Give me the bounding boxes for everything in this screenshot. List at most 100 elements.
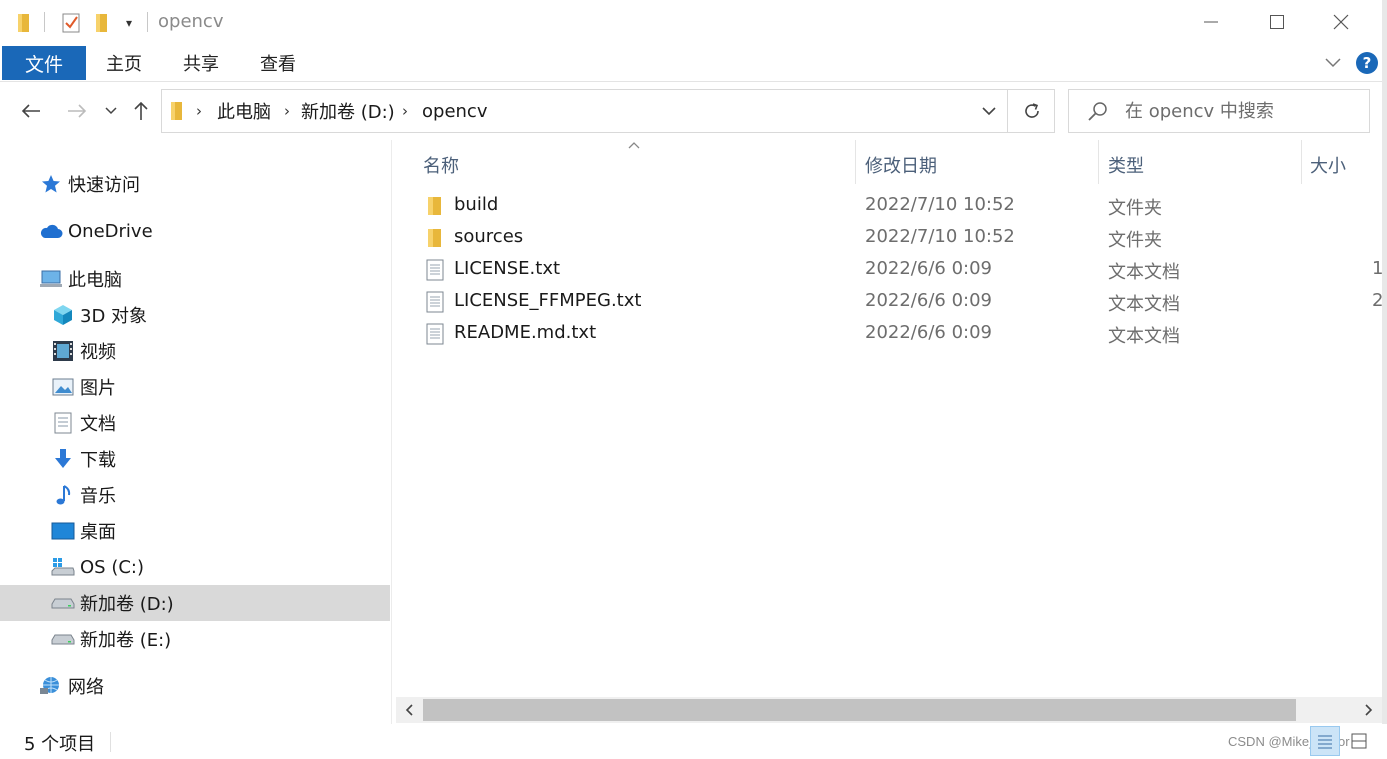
folder-icon: [14, 12, 34, 34]
file-date: 2022/6/6 0:09: [865, 290, 992, 311]
sidebar-item-label: 快速访问: [68, 175, 140, 196]
help-button[interactable]: ?: [1356, 52, 1378, 74]
column-header-date[interactable]: 修改日期: [865, 148, 937, 182]
chevron-down-icon: [105, 107, 117, 115]
sidebar-item-documents[interactable]: 文档: [0, 405, 390, 441]
minimize-button[interactable]: [1180, 0, 1242, 44]
file-date: 2022/7/10 10:52: [865, 226, 1015, 247]
windows-drive-icon: [50, 555, 76, 579]
file-row[interactable]: LICENSE_FFMPEG.txt 2022/6/6 0:09 文本文档 2: [396, 286, 1386, 318]
document-icon: [50, 411, 76, 435]
column-divider[interactable]: [1098, 140, 1099, 184]
chevron-right-icon[interactable]: ›: [284, 90, 290, 132]
address-bar[interactable]: › 此电脑 › 新加卷 (D:) › opencv: [161, 89, 1055, 133]
file-name: LICENSE.txt: [454, 258, 561, 279]
maximize-icon: [1270, 15, 1284, 29]
scroll-right-button[interactable]: [1356, 697, 1382, 723]
sidebar-item-network[interactable]: 网络: [0, 668, 390, 704]
details-view-button[interactable]: [1310, 726, 1340, 756]
sidebar-item-label: 音乐: [80, 486, 116, 507]
back-button[interactable]: [16, 95, 46, 127]
sidebar-item-os-c[interactable]: OS (C:): [0, 549, 390, 585]
refresh-button[interactable]: [1010, 90, 1054, 132]
sidebar-item-downloads[interactable]: 下载: [0, 441, 390, 477]
breadcrumb-opencv[interactable]: opencv: [422, 90, 487, 132]
new-folder-icon[interactable]: [92, 12, 112, 34]
file-name: LICENSE_FFMPEG.txt: [454, 290, 642, 311]
ribbon-tabs: 文件 主页 共享 查看 ?: [0, 44, 1387, 82]
file-name: build: [454, 194, 499, 215]
column-header-size[interactable]: 大小: [1310, 148, 1346, 182]
file-row[interactable]: LICENSE.txt 2022/6/6 0:09 文本文档 1: [396, 254, 1386, 286]
sidebar-item-3d-objects[interactable]: 3D 对象: [0, 297, 390, 333]
sidebar-item-label: 新加卷 (E:): [80, 630, 172, 651]
picture-icon: [50, 375, 76, 399]
tab-share[interactable]: 共享: [183, 46, 219, 80]
window-title: opencv: [158, 11, 224, 32]
sidebar-item-music[interactable]: 音乐: [0, 477, 390, 513]
cube-icon: [50, 303, 76, 327]
search-box[interactable]: [1068, 89, 1370, 133]
sidebar-item-label: 下载: [80, 450, 116, 471]
sidebar-item-label: 3D 对象: [80, 306, 148, 327]
breadcrumb-this-pc[interactable]: 此电脑: [217, 90, 271, 132]
file-type: 文本文档: [1108, 262, 1180, 283]
chevron-right-icon: [1365, 704, 1373, 716]
title-separator: [44, 12, 45, 32]
breadcrumb-drive-d[interactable]: 新加卷 (D:): [301, 90, 395, 132]
film-icon: [50, 339, 76, 363]
chevron-right-icon[interactable]: ›: [196, 90, 202, 132]
recent-locations-button[interactable]: [100, 95, 122, 127]
close-button[interactable]: [1310, 0, 1372, 44]
status-bar: 5 个项目 CSDN @Mike_honor: [0, 724, 1387, 759]
download-icon: [50, 447, 76, 471]
title-bar: ▾ opencv: [0, 0, 1387, 44]
file-row[interactable]: README.md.txt 2022/6/6 0:09 文本文档: [396, 318, 1386, 350]
sidebar-item-label: OS (C:): [80, 556, 144, 578]
sidebar-item-onedrive[interactable]: OneDrive: [0, 213, 390, 249]
file-type: 文本文档: [1108, 294, 1180, 315]
tab-file[interactable]: 文件: [2, 46, 86, 80]
sidebar-item-pictures[interactable]: 图片: [0, 369, 390, 405]
chevron-left-icon: [405, 704, 413, 716]
sidebar-item-desktop[interactable]: 桌面: [0, 513, 390, 549]
scrollbar-thumb[interactable]: [423, 699, 1296, 721]
tab-home[interactable]: 主页: [106, 46, 142, 80]
text-file-icon: [424, 259, 446, 281]
expand-ribbon-icon[interactable]: [1324, 54, 1342, 73]
navigation-pane: 快速访问 OneDrive 此电脑 3D 对象 视频 图片 文档 下载 音乐 桌…: [0, 140, 392, 730]
sidebar-item-label: 视频: [80, 342, 116, 363]
customize-toolbar-icon[interactable]: ▾: [120, 12, 138, 34]
horizontal-scrollbar[interactable]: [396, 697, 1386, 723]
sidebar-item-drive-d[interactable]: 新加卷 (D:): [0, 585, 390, 621]
file-date: 2022/6/6 0:09: [865, 258, 992, 279]
column-divider[interactable]: [855, 140, 856, 184]
details-view-icon: [1318, 735, 1332, 749]
forward-button[interactable]: [62, 95, 92, 127]
column-divider[interactable]: [1301, 140, 1302, 184]
large-icons-view-button[interactable]: [1344, 726, 1374, 756]
folder-icon: [424, 227, 446, 249]
chevron-down-icon: [981, 106, 996, 115]
properties-icon[interactable]: [60, 12, 82, 34]
file-type: 文件夹: [1108, 198, 1162, 219]
sidebar-item-label: 此电脑: [68, 270, 122, 291]
file-row[interactable]: build 2022/7/10 10:52 文件夹: [396, 190, 1386, 222]
sidebar-item-drive-e[interactable]: 新加卷 (E:): [0, 621, 390, 657]
file-row[interactable]: sources 2022/7/10 10:52 文件夹: [396, 222, 1386, 254]
column-header-name[interactable]: 名称: [423, 148, 459, 182]
sidebar-item-quick-access[interactable]: 快速访问: [0, 166, 390, 202]
up-button[interactable]: [128, 95, 154, 127]
file-date: 2022/7/10 10:52: [865, 194, 1015, 215]
sidebar-item-this-pc[interactable]: 此电脑: [0, 261, 390, 297]
chevron-right-icon[interactable]: ›: [402, 90, 408, 132]
file-list: 名称 修改日期 类型 大小 build 2022/7/10 10:52 文件夹 …: [396, 140, 1386, 696]
maximize-button[interactable]: [1246, 0, 1308, 44]
column-header-type[interactable]: 类型: [1108, 148, 1144, 182]
search-input[interactable]: [1125, 96, 1361, 126]
address-history-button[interactable]: [970, 90, 1008, 132]
sidebar-item-videos[interactable]: 视频: [0, 333, 390, 369]
tab-view[interactable]: 查看: [260, 46, 296, 80]
refresh-icon: [1025, 103, 1039, 118]
scroll-left-button[interactable]: [396, 697, 422, 723]
